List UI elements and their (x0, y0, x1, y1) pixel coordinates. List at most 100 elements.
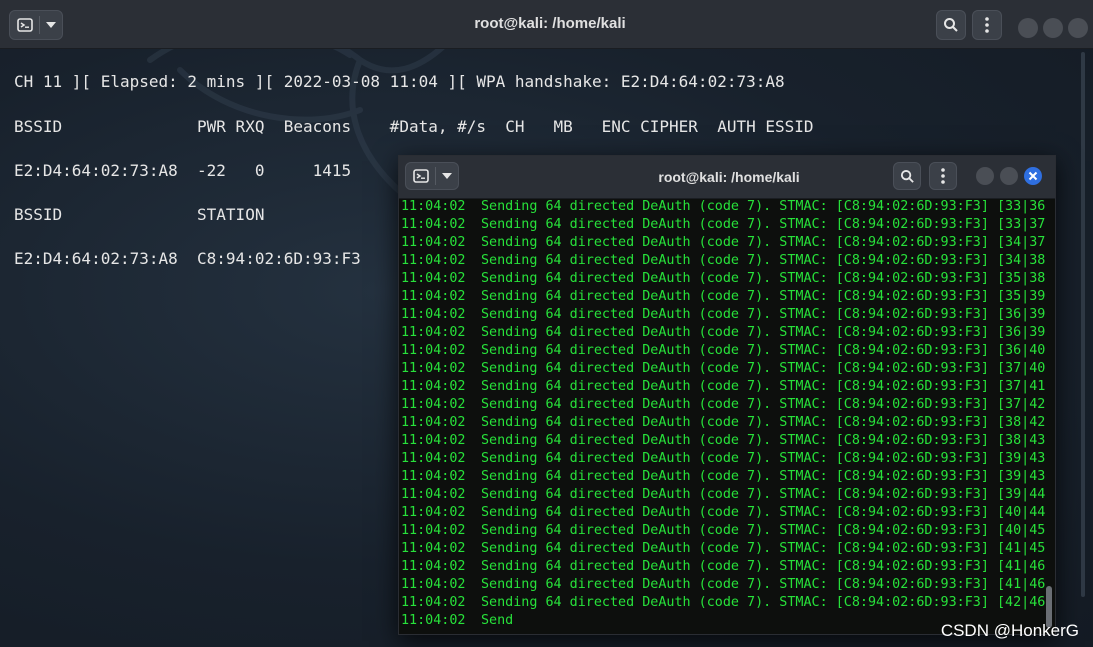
output-timestamp: 11:04:02 (401, 271, 466, 286)
output-message: Sending 64 directed DeAuth (code 7). STM… (481, 415, 1045, 430)
station-table-header: BSSID STATION (14, 205, 265, 224)
output-line: 11:04:02 Sending 64 directed DeAuth (code… (401, 576, 1045, 594)
search-button[interactable] (936, 10, 966, 40)
back-scrollbar[interactable] (1081, 52, 1085, 597)
output-timestamp: 11:04:02 (401, 487, 466, 502)
output-line: 11:04:02 Sending 64 directed DeAuth (code… (401, 252, 1045, 270)
close-button[interactable] (1024, 167, 1042, 185)
output-message: Sending 64 directed DeAuth (code 7). STM… (481, 487, 1045, 502)
chevron-down-icon (45, 22, 56, 28)
output-line: 11:04:02 Sending 64 directed DeAuth (code… (401, 324, 1045, 342)
output-message: Sending 64 directed DeAuth (code 7). STM… (481, 559, 1045, 574)
search-icon (900, 169, 914, 183)
output-timestamp: 11:04:02 (401, 397, 466, 412)
output-message: Sending 64 directed DeAuth (code 7). STM… (481, 577, 1045, 592)
output-timestamp: 11:04:02 (401, 451, 466, 466)
output-line: 11:04:02 Sending 64 directed DeAuth (code… (401, 360, 1045, 378)
output-line: 11:04:02 Sending 64 directed DeAuth (code… (401, 198, 1045, 216)
output-timestamp: 11:04:02 (401, 235, 466, 250)
airodump-status-line: CH 11 ][ Elapsed: 2 mins ][ 2022-03-08 1… (14, 72, 785, 91)
maximize-button[interactable] (1000, 167, 1018, 185)
output-line: 11:04:02 Sending 64 directed DeAuth (code… (401, 540, 1045, 558)
menu-button[interactable] (972, 10, 1002, 40)
kebab-menu-icon (985, 17, 989, 33)
output-message: Sending 64 directed DeAuth (code 7). STM… (481, 325, 1045, 340)
output-message: Sending 64 directed DeAuth (code 7). STM… (481, 433, 1045, 448)
front-terminal-window: root@kali: /home/kali 11:04:02 Sending 64… (398, 155, 1056, 635)
output-timestamp: 11:04:02 (401, 559, 466, 574)
output-line: 11:04:02 Sending 64 directed DeAuth (code… (401, 234, 1045, 252)
search-button[interactable] (893, 162, 921, 190)
output-line: 11:04:02 Sending 64 directed DeAuth (code… (401, 558, 1045, 576)
output-message: Sending 64 directed DeAuth (code 7). STM… (481, 307, 1045, 322)
output-message: Sending 64 directed DeAuth (code 7). STM… (481, 217, 1045, 232)
output-timestamp: 11:04:02 (401, 253, 466, 268)
output-timestamp: 11:04:02 (401, 343, 466, 358)
output-line: 11:04:02 Sending 64 directed DeAuth (code… (401, 288, 1045, 306)
window-title: root@kali: /home/kali (658, 169, 800, 185)
csdn-watermark: CSDN @HonkerG (940, 621, 1079, 640)
output-line: 11:04:02 Sending 64 directed DeAuth (code… (401, 450, 1045, 468)
new-tab-button[interactable] (405, 162, 459, 190)
output-line: 11:04:02 Sending 64 directed DeAuth (code… (401, 486, 1045, 504)
output-timestamp: 11:04:02 (401, 379, 466, 394)
output-message: Sending 64 directed DeAuth (code 7). STM… (481, 523, 1045, 538)
output-timestamp: 11:04:02 (401, 577, 466, 592)
close-button[interactable] (1068, 18, 1088, 38)
maximize-button[interactable] (1043, 18, 1063, 38)
minimize-button[interactable] (1018, 18, 1038, 38)
output-line: 11:04:02 Sending 64 directed DeAuth (code… (401, 216, 1045, 234)
output-message: Sending 64 directed DeAuth (code 7). STM… (481, 595, 1045, 610)
output-message: Sending 64 directed DeAuth (code 7). STM… (481, 505, 1045, 520)
search-icon (944, 18, 958, 32)
output-message: Sending 64 directed DeAuth (code 7). STM… (481, 271, 1045, 286)
output-line: 11:04:02 Sending 64 directed DeAuth (code… (401, 378, 1045, 396)
chevron-down-icon (441, 173, 452, 179)
output-timestamp: 11:04:02 (401, 433, 466, 448)
output-line: 11:04:02 Sending 64 directed DeAuth (code… (401, 504, 1045, 522)
front-title-bar: root@kali: /home/kali (399, 156, 1055, 199)
output-message: Sending 64 directed DeAuth (code 7). STM… (481, 289, 1045, 304)
output-timestamp: 11:04:02 (401, 415, 466, 430)
output-timestamp: 11:04:02 (401, 541, 466, 556)
output-message: Sending 64 directed DeAuth (code 7). STM… (481, 235, 1045, 250)
output-timestamp: 11:04:02 (401, 307, 466, 322)
window-title: root@kali: /home/kali (474, 15, 626, 32)
output-message: Sending 64 directed DeAuth (code 7). STM… (481, 469, 1045, 484)
output-line: 11:04:02 Sending 64 directed DeAuth (code… (401, 306, 1045, 324)
minimize-button[interactable] (976, 167, 994, 185)
output-line: 11:04:02 Sending 64 directed DeAuth (code… (401, 414, 1045, 432)
output-timestamp: 11:04:02 (401, 505, 466, 520)
output-message: Sending 64 directed DeAuth (code 7). STM… (481, 199, 1045, 214)
output-timestamp: 11:04:02 (401, 595, 466, 610)
output-message: Sending 64 directed DeAuth (code 7). STM… (481, 379, 1045, 394)
output-message: Send (481, 613, 514, 628)
output-message: Sending 64 directed DeAuth (code 7). STM… (481, 343, 1045, 358)
output-timestamp: 11:04:02 (401, 199, 466, 214)
terminal-icon (412, 169, 429, 183)
station-table-row: E2:D4:64:02:73:A8 C8:94:02:6D:93:F3 (14, 249, 361, 268)
kebab-menu-icon (941, 168, 945, 184)
output-line: 11:04:02 Sending 64 directed DeAuth (code… (401, 396, 1045, 414)
output-timestamp: 11:04:02 (401, 289, 466, 304)
ap-table-row: E2:D4:64:02:73:A8 -22 0 1415 (14, 161, 352, 180)
output-line: 11:04:02 Sending 64 directed DeAuth (code… (401, 522, 1045, 540)
output-line: 11:04:02 Sending 64 directed DeAuth (code… (401, 432, 1045, 450)
output-line: 11:04:02 Sending 64 directed DeAuth (code… (401, 468, 1045, 486)
output-message: Sending 64 directed DeAuth (code 7). STM… (481, 397, 1045, 412)
output-timestamp: 11:04:02 (401, 523, 466, 538)
output-timestamp: 11:04:02 (401, 325, 466, 340)
output-line: 11:04:02 Sending 64 directed DeAuth (code… (401, 594, 1045, 612)
output-line: 11:04:02 Sending 64 directed DeAuth (code… (401, 270, 1045, 288)
terminal-icon (16, 18, 33, 32)
new-tab-button[interactable] (9, 10, 63, 40)
aireplay-output: 11:04:02 Sending 64 directed DeAuth (code… (399, 198, 1045, 634)
menu-button[interactable] (929, 162, 957, 190)
output-message: Sending 64 directed DeAuth (code 7). STM… (481, 451, 1045, 466)
ap-table-header: BSSID PWR RXQ Beacons #Data, #/s CH MB E… (14, 117, 814, 136)
close-icon (1028, 171, 1038, 181)
output-message: Sending 64 directed DeAuth (code 7). STM… (481, 253, 1045, 268)
output-message: Sending 64 directed DeAuth (code 7). STM… (481, 361, 1045, 376)
output-message: Sending 64 directed DeAuth (code 7). STM… (481, 541, 1045, 556)
back-title-bar: root@kali: /home/kali (0, 0, 1093, 49)
